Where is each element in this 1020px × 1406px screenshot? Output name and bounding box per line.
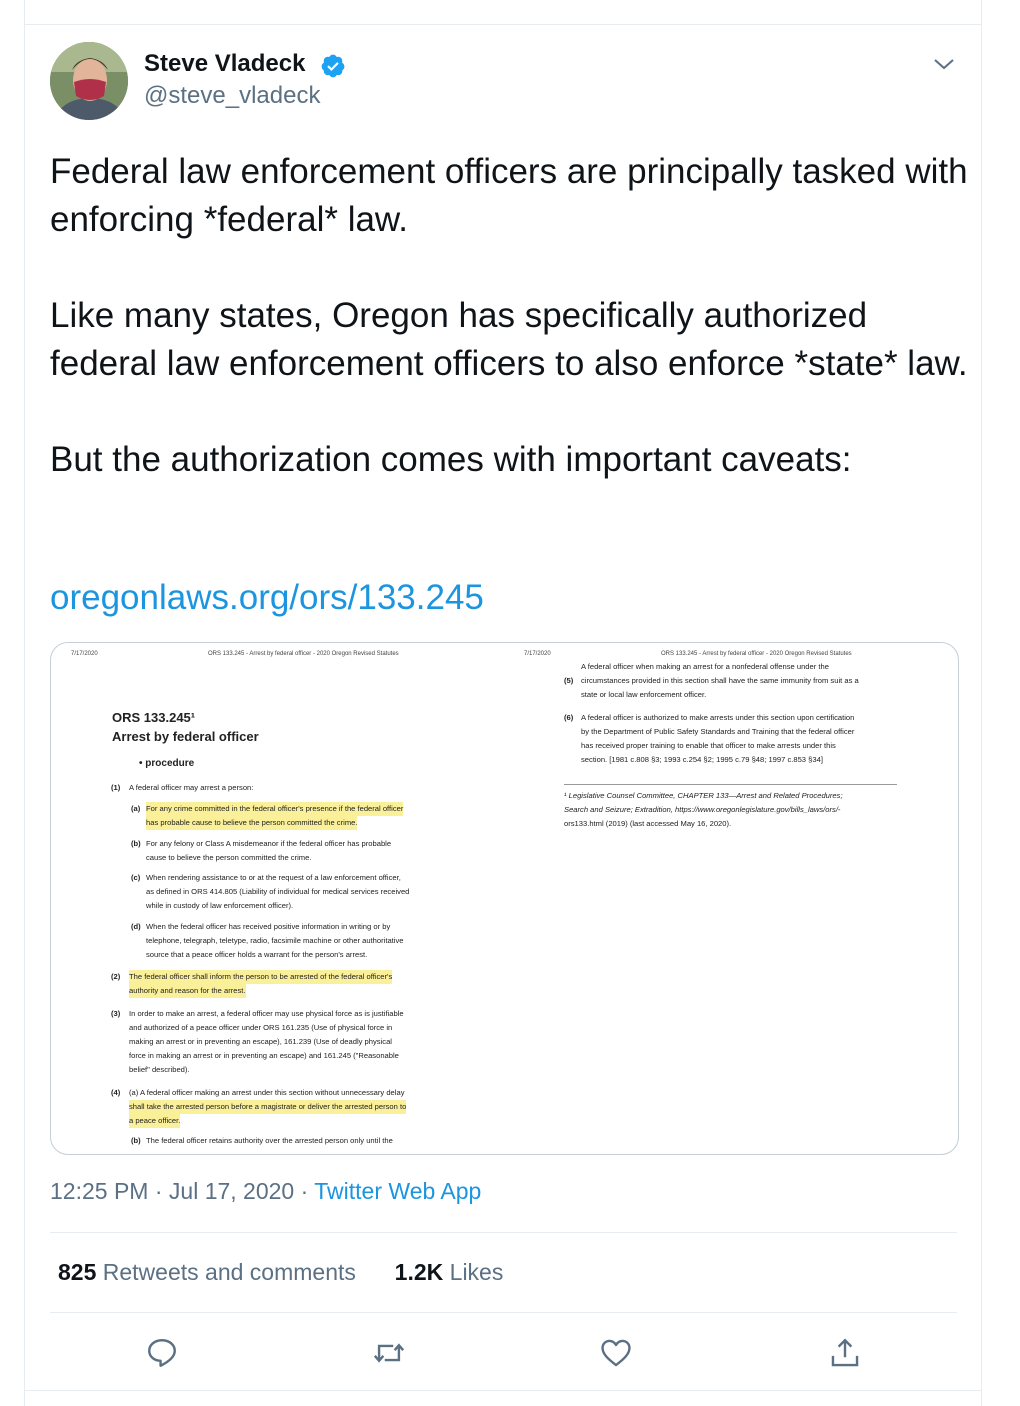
retweet-icon[interactable] <box>372 1336 406 1370</box>
doc-procedure: • procedure <box>139 758 195 769</box>
tweet-meta: 12:25 PM · Jul 17, 2020 · Twitter Web Ap… <box>50 1178 481 1205</box>
section-number: (b) <box>131 1136 141 1145</box>
likes-link[interactable]: 1.2K Likes <box>395 1259 504 1285</box>
section-number: (d) <box>131 922 141 931</box>
footnote-line: Search and Seizure; Extradition, https:/… <box>564 805 841 814</box>
tweet-paragraph: Like many states, Oregon has specificall… <box>50 296 968 383</box>
doc-line: making an arrest or in preventing an esc… <box>129 1037 392 1046</box>
doc-line: while in custody of law enforcement offi… <box>146 901 294 910</box>
doc-date: 7/17/2020 <box>71 651 98 657</box>
doc-line: belief" described). <box>129 1065 190 1074</box>
doc-line-highlighted: has probable cause to believe the person… <box>146 816 358 830</box>
doc-subtitle: Arrest by federal officer <box>112 729 259 744</box>
section-number: (a) <box>131 804 141 813</box>
doc-line: state or local law enforcement officer. <box>581 690 707 699</box>
doc-line-highlighted: The federal officer shall inform the per… <box>129 970 393 984</box>
doc-line-highlighted: shall take the arrested person before a … <box>129 1100 407 1114</box>
author-handle[interactable]: @steve_vladeck <box>144 82 320 110</box>
section-number: (6) <box>564 713 574 722</box>
doc-line: (a) A federal officer making an arrest u… <box>129 1088 405 1097</box>
tweet-link[interactable]: oregonlaws.org/ors/133.245 <box>50 578 484 618</box>
top-divider <box>24 24 982 25</box>
author-name[interactable]: Steve Vladeck <box>144 50 305 78</box>
meta-separator: · <box>300 1178 309 1204</box>
heart-icon[interactable] <box>599 1336 633 1370</box>
footnote-line: ors133.html (2019) (last accessed May 16… <box>564 819 732 828</box>
chevron-down-icon[interactable] <box>932 52 956 76</box>
doc-header: ORS 133.245 - Arrest by federal officer … <box>208 651 399 657</box>
avatar[interactable] <box>50 42 128 120</box>
divider <box>50 1312 957 1313</box>
section-number: (5) <box>564 676 574 685</box>
section-number: (4) <box>111 1088 121 1097</box>
doc-date: 7/17/2020 <box>524 651 551 657</box>
tweet-paragraph: Federal law enforcement officers are pri… <box>50 152 968 239</box>
doc-line-highlighted: a peace officer. <box>129 1114 181 1128</box>
section-number: (1) <box>111 783 121 792</box>
doc-line: For any felony or Class A misdemeanor if… <box>146 839 392 848</box>
verified-badge-icon <box>321 54 345 78</box>
tweet-paragraph: But the authorization comes with importa… <box>50 440 852 479</box>
doc-line: When the federal officer has received po… <box>146 922 391 931</box>
footnote-divider <box>564 784 897 785</box>
footnote-line: ¹ Legislative Counsel Committee, CHAPTER… <box>564 791 843 800</box>
doc-line: The federal officer retains authority ov… <box>146 1136 393 1145</box>
section-number: (c) <box>131 873 141 882</box>
doc-line: source that a peace officer holds a warr… <box>146 950 368 959</box>
doc-header: ORS 133.245 - Arrest by federal officer … <box>661 651 852 657</box>
doc-line: as defined in ORS 414.805 (Liability of … <box>146 887 410 896</box>
retweets-count: 825 <box>58 1259 97 1285</box>
doc-line: by the Department of Public Safety Stand… <box>581 727 855 736</box>
likes-count: 1.2K <box>394 1259 444 1285</box>
doc-line: telephone, telegraph, teletype, radio, f… <box>146 936 404 945</box>
doc-title: ORS 133.245¹ <box>112 710 196 725</box>
meta-separator: · <box>154 1178 163 1204</box>
section-number: (3) <box>111 1009 121 1018</box>
section-number: (b) <box>131 839 141 848</box>
doc-line: has received proper training to enable t… <box>581 741 836 750</box>
doc-line-highlighted: authority and reason for the arrest. <box>129 984 246 998</box>
bottom-divider <box>24 1390 982 1391</box>
doc-line: and authorized of a peace officer under … <box>129 1023 393 1032</box>
retweets-label: Retweets and comments <box>102 1259 356 1285</box>
doc-line: In order to make an arrest, a federal of… <box>129 1009 404 1018</box>
doc-line-highlighted: For any crime committed in the federal o… <box>146 802 404 816</box>
tweet-time[interactable]: 12:25 PM <box>50 1178 148 1204</box>
tweet-stats: 825 Retweets and comments 1.2K Likes <box>58 1259 503 1286</box>
doc-line: A federal officer is authorized to make … <box>581 713 855 722</box>
share-icon[interactable] <box>828 1336 862 1370</box>
tweet-source[interactable]: Twitter Web App <box>314 1178 481 1204</box>
doc-line: When rendering assistance to or at the r… <box>146 873 401 882</box>
doc-line: section. [1981 c.808 §3; 1993 c.254 §2; … <box>581 755 823 764</box>
tweet-date[interactable]: Jul 17, 2020 <box>169 1178 294 1204</box>
reply-icon[interactable] <box>145 1336 179 1370</box>
tweet-text: Federal law enforcement officers are pri… <box>50 148 970 484</box>
section-number: (2) <box>111 972 121 981</box>
retweets-link[interactable]: 825 Retweets and comments <box>58 1259 356 1285</box>
avatar-image <box>50 42 128 120</box>
doc-line: circumstances provided in this section s… <box>581 676 859 685</box>
divider <box>50 1232 957 1233</box>
doc-line: A federal officer may arrest a person: <box>129 783 254 792</box>
doc-line: force in making an arrest or in preventi… <box>129 1051 399 1060</box>
doc-line: A federal officer when making an arrest … <box>581 662 829 671</box>
likes-label: Likes <box>449 1259 504 1285</box>
doc-line: cause to believe the person committed th… <box>146 853 312 862</box>
tweet-media-image[interactable]: 7/17/2020 ORS 133.245 - Arrest by federa… <box>50 642 959 1155</box>
